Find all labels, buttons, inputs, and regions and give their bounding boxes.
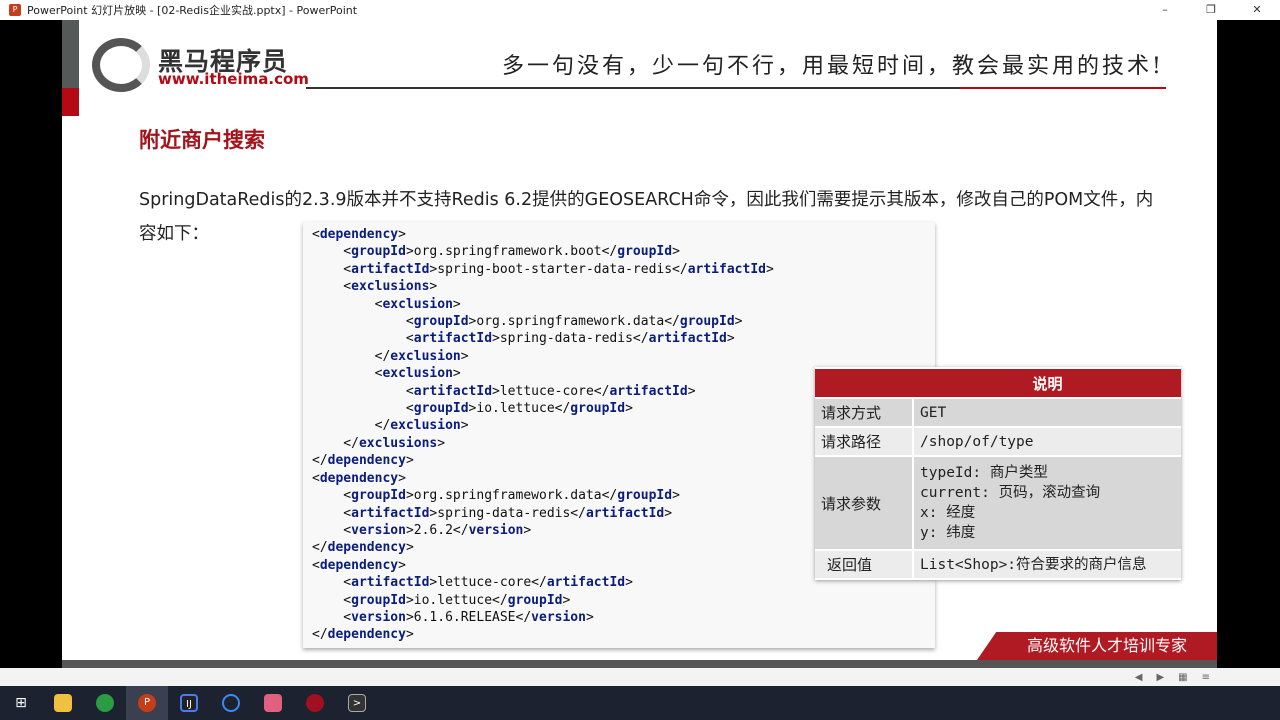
slide: 黑马程序员 www.itheima.com 多一句没有，少一句不行，用最短时间，… [62,20,1217,660]
horse-logo-icon [92,38,150,92]
start-icon[interactable]: ⊞ [0,686,42,720]
api-table: 说明 请求方式 GET 请求路径/shop/of/type 请求参数 typeId:… [815,367,1181,580]
code-line: <artifactId>spring-data-redis</artifactI… [312,331,735,347]
grid-icon[interactable]: ▦ [1178,672,1187,683]
menu-icon[interactable]: ≡ [1202,672,1210,683]
code-line: <groupId>io.lettuce</groupId> [312,592,571,608]
taskbar: ⊞ P IJ > [0,686,1280,720]
code-line: <dependency> [312,227,406,242]
slide-heading: 附近商户搜索 [139,128,265,152]
code-line: <version>6.1.6.RELEASE</version> [312,609,594,625]
code-line: <groupId>org.springframework.data</group… [312,314,743,330]
code-line: </dependency> [312,627,414,643]
table-row: 请求方式 GET [815,399,1181,426]
decor-bar-red [62,88,79,116]
table-row: 返回值 List<Shop>:符合要求的商户信息 [815,551,1181,578]
terminal-icon[interactable]: > [336,686,378,720]
slideshow-controls: ◀ ▶ ▦ ≡ [0,668,1280,686]
code-line: </exclusion> [312,348,469,364]
prev-icon[interactable]: ◀ [1135,672,1143,683]
row-key: 请求方式 [815,399,914,426]
intellij-icon[interactable]: IJ [168,686,210,720]
slide-bottom-bar [62,660,1217,668]
logo-url: www.itheima.com [158,70,309,88]
minimize-button[interactable]: – [1142,0,1188,20]
app-blue-icon[interactable] [210,686,252,720]
maximize-button[interactable]: ❐ [1188,0,1234,20]
redis-icon[interactable] [294,686,336,720]
row-value: typeId: 商户类型 current: 页码，滚动查询 x: 经度 y: 纬… [914,457,1181,549]
window-title: PowerPoint 幻灯片放映 - [02-Redis企业实战.pptx] -… [27,4,358,17]
row-value: List<Shop>:符合要求的商户信息 [914,551,1181,578]
code-line: <artifactId>spring-boot-starter-data-red… [312,261,774,277]
window-titlebar: P PowerPoint 幻灯片放映 - [02-Redis企业实战.pptx]… [0,0,1280,20]
table-header-key [815,369,914,397]
slogan: 多一句没有，少一句不行，用最短时间，教会最实用的技术! [502,54,1164,79]
code-line: <exclusion> [312,296,461,312]
code-line: <exclusions> [312,279,438,295]
code-line: <groupId>org.springframework.boot</group… [312,244,680,260]
play-icon[interactable]: ▶ [1156,672,1164,683]
row-key: 请求路径 [815,428,914,455]
close-button[interactable]: ✕ [1234,0,1280,20]
decor-bar-gray [62,20,79,88]
table-row: 请求参数 typeId: 商户类型 current: 页码，滚动查询 x: 经度 … [815,457,1181,549]
table-row: 请求路径/shop/of/type [815,428,1181,455]
row-value: GET [914,399,1181,426]
row-key: 请求参数 [815,457,914,549]
header-divider-accent [960,87,1166,89]
row-key: 返回值 [815,551,914,578]
table-header-desc: 说明 [914,369,1181,397]
powerpoint-icon: P [9,4,21,16]
powerpoint-taskbar-icon[interactable]: P [126,686,168,720]
chrome-icon[interactable] [84,686,126,720]
file-explorer-icon[interactable] [42,686,84,720]
typora-icon[interactable] [252,686,294,720]
footer-banner: 高级软件人才培训专家 [977,632,1217,660]
row-value: /shop/of/type [914,428,1181,455]
